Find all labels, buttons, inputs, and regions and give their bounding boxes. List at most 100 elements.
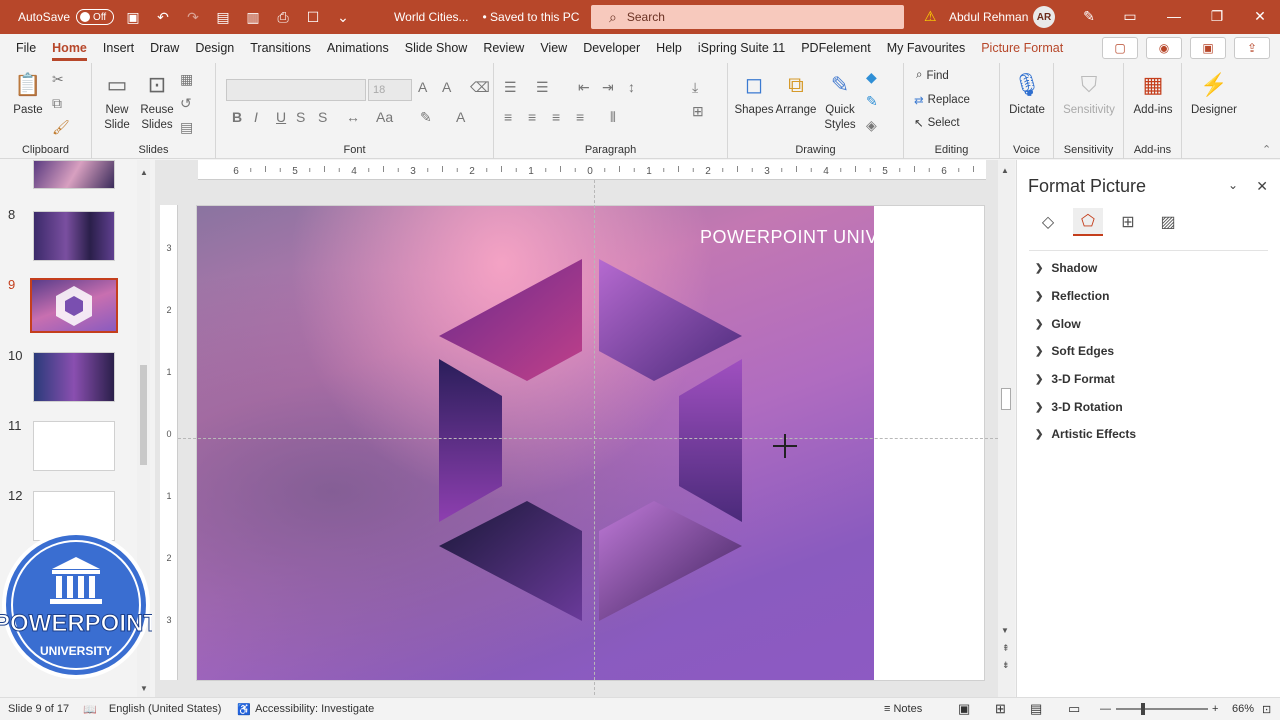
layout-icon[interactable]: ▦ <box>180 71 193 88</box>
section-glow[interactable]: ❯ Glow <box>1035 317 1081 331</box>
cut-icon[interactable]: ✂ <box>52 71 64 88</box>
increase-font-icon[interactable]: A <box>418 79 427 95</box>
from-beginning-icon[interactable]: ▥ <box>242 6 264 28</box>
text-direction-icon[interactable]: ⤓ <box>692 79 698 96</box>
tab-home[interactable]: Home <box>44 34 95 63</box>
tab-picture-format[interactable]: Picture Format <box>973 34 1071 63</box>
pen-icon[interactable]: ✎ <box>1075 4 1103 28</box>
slide-thumbnail-8[interactable] <box>33 211 115 261</box>
align-center-icon[interactable]: ≡ <box>528 109 536 125</box>
font-name-box[interactable] <box>226 79 366 101</box>
slide-info[interactable]: Slide 9 of 17 <box>8 703 69 715</box>
zoom-out-icon[interactable]: — <box>1100 703 1111 715</box>
present-teams-icon[interactable]: ▣ <box>1190 37 1226 59</box>
addins-button[interactable]: ▦ Add-ins <box>1130 69 1176 118</box>
fit-slide-icon[interactable]: ⊡ <box>1262 703 1271 716</box>
record-icon[interactable]: ◉ <box>1146 37 1182 59</box>
reset-icon[interactable]: ↺ <box>180 95 192 112</box>
previous-slide-icon[interactable]: ⇞ <box>1002 643 1010 654</box>
dictate-button[interactable]: 🎙 Dictate <box>1006 69 1048 118</box>
designer-button[interactable]: ⚡ Designer <box>1188 69 1240 118</box>
tab-animations[interactable]: Animations <box>319 34 397 63</box>
horizontal-guide[interactable] <box>178 438 998 439</box>
redo-icon[interactable]: ↷ <box>182 6 204 28</box>
find-button[interactable]: ⌕ Find <box>916 69 949 82</box>
quick-styles-button[interactable]: ✎ Quick Styles <box>820 69 860 133</box>
arrange-button[interactable]: ⧉ Arrange <box>774 69 818 118</box>
customize-qat-icon[interactable]: ⌄ <box>332 6 354 28</box>
tab-draw[interactable]: Draw <box>142 34 187 63</box>
tab-transitions[interactable]: Transitions <box>242 34 319 63</box>
slide-thumbnail-11[interactable] <box>33 421 115 471</box>
tab-insert[interactable]: Insert <box>95 34 142 63</box>
minimize-icon[interactable]: — <box>1160 4 1188 28</box>
ribbon-display-icon[interactable]: ▭ <box>1116 4 1144 28</box>
justify-icon[interactable]: ≡ <box>576 109 584 125</box>
restore-icon[interactable]: ❐ <box>1203 4 1231 28</box>
underline-button[interactable]: U <box>276 109 286 125</box>
section-reflection[interactable]: ❯ Reflection <box>1035 289 1109 303</box>
tab-pdfelement[interactable]: PDFelement <box>793 34 878 63</box>
section-3d-format[interactable]: ❯ 3-D Format <box>1035 372 1115 386</box>
share-icon[interactable]: ⇪ <box>1234 37 1270 59</box>
shape-effects-icon[interactable]: ◈ <box>866 117 877 134</box>
clear-format-icon[interactable]: ⌫ <box>470 79 490 96</box>
replace-button[interactable]: ⇄ Replace <box>914 93 970 107</box>
touch-mode-icon[interactable]: ☐ <box>302 6 324 28</box>
copy-icon[interactable]: ⧉ <box>52 95 62 112</box>
shapes-button[interactable]: ◻ Shapes <box>734 69 774 118</box>
language[interactable]: English (United States) <box>109 703 222 715</box>
slide-thumbnail-10[interactable] <box>33 352 115 402</box>
print-icon[interactable]: ⎙ <box>272 6 294 28</box>
vertical-guide[interactable] <box>594 180 595 695</box>
tab-review[interactable]: Review <box>475 34 532 63</box>
section-soft-edges[interactable]: ❯ Soft Edges <box>1035 344 1114 358</box>
section-artistic-effects[interactable]: ❯ Artistic Effects <box>1035 427 1136 441</box>
tab-view[interactable]: View <box>532 34 575 63</box>
numbering-icon[interactable]: ☰ <box>536 79 549 96</box>
zoom-slider-thumb[interactable] <box>1141 703 1145 715</box>
collapse-ribbon-icon[interactable]: ⌃ <box>1262 143 1271 156</box>
pane-options-icon[interactable]: ⌄ <box>1228 178 1238 192</box>
accessibility-status[interactable]: Accessibility: Investigate <box>255 703 374 715</box>
reuse-slides-button[interactable]: ⊡ Reuse Slides <box>140 69 174 133</box>
strike-button[interactable]: S <box>296 109 305 125</box>
section-icon[interactable]: ▤ <box>180 119 193 136</box>
picture-tab-icon[interactable]: ▨ <box>1153 208 1183 236</box>
avatar[interactable]: AR <box>1033 6 1055 28</box>
line-spacing-icon[interactable]: ↕ <box>628 79 635 95</box>
autosave-switch[interactable]: Off <box>76 9 115 25</box>
zoom-level[interactable]: 66% <box>1232 703 1254 715</box>
slide-sorter-icon[interactable]: ⊞ <box>995 701 1006 717</box>
section-3d-rotation[interactable]: ❯ 3-D Rotation <box>1035 400 1123 414</box>
slide-show-icon[interactable]: ▭ <box>1068 701 1080 717</box>
decrease-font-icon[interactable]: A <box>442 79 451 95</box>
zoom-slider[interactable] <box>1116 708 1208 710</box>
save-icon[interactable]: ▣ <box>122 6 144 28</box>
bold-button[interactable]: B <box>232 109 242 125</box>
align-left-icon[interactable]: ≡ <box>504 109 512 125</box>
highlight-icon[interactable]: ✎ <box>420 109 432 126</box>
new-slide-button[interactable]: ▭ New Slide <box>100 69 134 133</box>
italic-button[interactable]: I <box>254 109 258 125</box>
paste-button[interactable]: 📋 Paste <box>8 69 48 118</box>
shape-outline-icon[interactable]: ✎ <box>866 93 878 110</box>
shadow-text-icon[interactable]: S <box>318 109 327 125</box>
user-name[interactable]: Abdul Rehman <box>949 10 1028 24</box>
tab-ispring[interactable]: iSpring Suite 11 <box>690 34 793 63</box>
normal-view-icon[interactable]: ▣ <box>958 701 970 717</box>
tab-developer[interactable]: Developer <box>575 34 648 63</box>
canvas-scrollbar[interactable]: ▲ ▼ ⇞ ⇟ <box>998 160 1015 697</box>
increase-indent-icon[interactable]: ⇥ <box>602 79 614 96</box>
decrease-indent-icon[interactable]: ⇤ <box>578 79 590 96</box>
shape-fill-icon[interactable]: ◆ <box>866 69 877 86</box>
tab-my-favourites[interactable]: My Favourites <box>879 34 974 63</box>
effects-tab-icon[interactable]: ⬠ <box>1073 208 1103 236</box>
autosave-toggle[interactable]: AutoSave Off <box>18 9 115 25</box>
next-slide-icon[interactable]: ⇟ <box>1002 660 1010 671</box>
size-properties-tab-icon[interactable]: ⊞ <box>1113 208 1143 236</box>
section-shadow[interactable]: ❯ Shadow <box>1035 261 1097 275</box>
spelling-icon[interactable]: 📖 <box>83 703 97 716</box>
char-spacing-icon[interactable]: ↔ <box>346 109 360 125</box>
search-box[interactable]: ⌕ Search <box>591 5 904 29</box>
